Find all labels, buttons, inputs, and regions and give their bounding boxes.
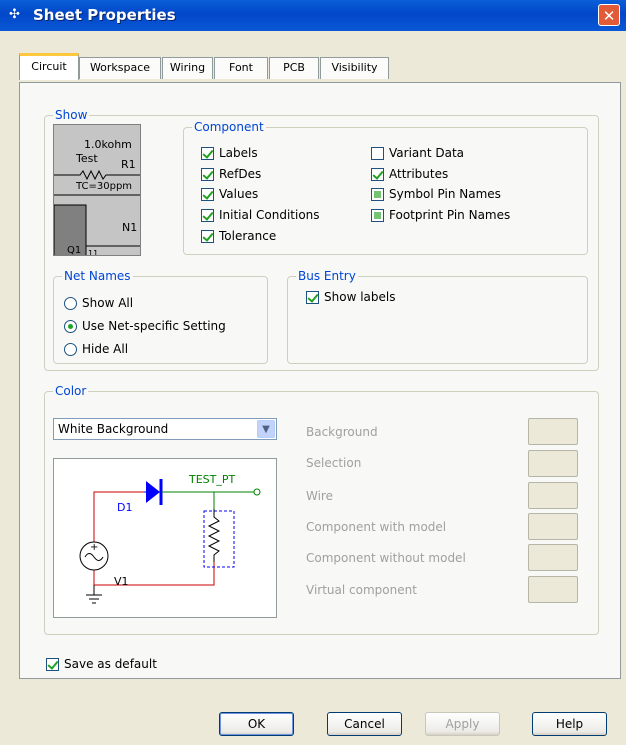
window-title: Sheet Properties [33,6,176,24]
preview-refdes: R1 [121,158,136,171]
footprint-pin-names-checkbox[interactable] [371,209,384,222]
show-legend: Show [53,108,90,122]
svg-text:+: + [90,542,98,553]
hide-all-radio[interactable] [64,343,77,356]
variant-data-checkbox[interactable] [371,147,384,160]
close-button[interactable]: ✕ [598,4,620,26]
diode-symbol [146,481,160,503]
initial-conditions-label: Initial Conditions [219,208,320,222]
preview-q: Q1 [67,245,81,256]
hide-all-label: Hide All [82,342,129,356]
resistor-symbol [54,169,140,181]
virtual-component-color-button[interactable] [528,576,578,603]
background-color-label: Background [306,425,378,439]
use-net-specific-radio[interactable] [64,320,77,333]
preview-tc: TC=30ppm [75,181,132,192]
preview-value: 1.0kohm [84,138,132,151]
wire-color-label: Wire [306,489,333,503]
footprint-pin-names-label: Footprint Pin Names [389,208,511,222]
apply-button[interactable]: Apply [425,712,500,736]
show-labels-label: Show labels [324,290,396,304]
symbol-pin-names-checkbox[interactable] [371,188,384,201]
color-preview-circuit: + V1 D1 TEST_PT [53,458,277,618]
diode-label: D1 [117,501,132,514]
component-with-model-color-button[interactable] [528,513,578,540]
symbol-pin-names-label: Symbol Pin Names [389,187,501,201]
values-label: Values [219,187,259,201]
refdes-label: RefDes [219,167,262,181]
attributes-checkbox[interactable] [371,168,384,181]
label-preview: 1.0kohm Test R1 TC=30ppm N1 Q1 11 [53,124,141,256]
color-scheme-select[interactable]: White Background ▼ [53,418,277,440]
virtual-component-color-label: Virtual component [306,583,417,597]
color-scheme-value: White Background [58,422,169,436]
preview-pin: 11 [88,249,98,256]
component-with-model-color-label: Component with model [306,520,447,534]
refdes-checkbox[interactable] [201,168,214,181]
tab-wiring[interactable]: Wiring [162,57,213,79]
selection-color-button[interactable] [528,450,578,477]
tolerance-checkbox[interactable] [201,230,214,243]
labels-checkbox[interactable] [201,147,214,160]
tolerance-label: Tolerance [219,229,277,243]
save-as-default-label: Save as default [64,657,157,671]
ok-button[interactable]: OK [219,712,294,736]
save-as-default-checkbox[interactable] [46,658,59,671]
values-checkbox[interactable] [201,188,214,201]
background-color-button[interactable] [528,418,578,445]
show-labels-checkbox[interactable] [306,291,319,304]
app-icon: ✣ [9,7,20,22]
test-point-label: TEST_PT [188,473,236,486]
source-label: V1 [114,575,129,588]
tab-pcb[interactable]: PCB [269,57,319,79]
color-legend: Color [53,384,89,398]
chevron-down-icon[interactable]: ▼ [257,420,275,438]
use-net-specific-label: Use Net-specific Setting [82,319,226,333]
show-all-radio[interactable] [64,297,77,310]
preview-net: N1 [122,221,137,234]
initial-conditions-checkbox[interactable] [201,209,214,222]
tab-workspace[interactable]: Workspace [79,57,161,79]
cancel-button[interactable]: Cancel [327,712,402,736]
net-names-legend: Net Names [62,269,133,283]
sheet-properties-dialog: ✣ Sheet Properties ✕ Circuit Workspace W… [0,0,626,745]
attributes-label: Attributes [389,167,449,181]
wire-color-button[interactable] [528,482,578,509]
component-without-model-color-button[interactable] [528,544,578,571]
tab-circuit[interactable]: Circuit [19,53,79,80]
bus-entry-legend: Bus Entry [296,269,358,283]
title-bar[interactable]: ✣ Sheet Properties ✕ [0,0,626,31]
show-all-label: Show All [82,296,134,310]
labels-label: Labels [219,146,258,160]
tab-font[interactable]: Font [214,57,268,79]
component-without-model-color-label: Component without model [306,551,466,565]
help-button[interactable]: Help [532,712,607,736]
component-legend: Component [192,120,266,134]
tab-visibility[interactable]: Visibility [320,57,389,79]
preview-name: Test [75,152,98,165]
selection-color-label: Selection [306,456,362,470]
variant-data-label: Variant Data [389,146,465,160]
